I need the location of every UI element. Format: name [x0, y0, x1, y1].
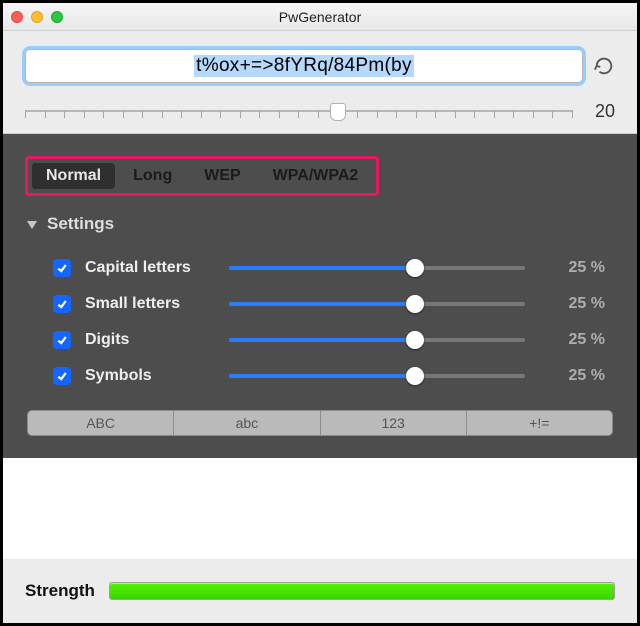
- disclosure-triangle-icon[interactable]: [27, 221, 37, 229]
- mode-tabs: NormalLongWEPWPA/WPA2: [25, 156, 379, 196]
- option-label: Digits: [85, 331, 215, 349]
- segment-3[interactable]: +!=: [467, 411, 612, 435]
- window-title: PwGenerator: [3, 9, 637, 25]
- tab-wpa-wpa2[interactable]: WPA/WPA2: [259, 163, 373, 189]
- checkbox-0[interactable]: [53, 259, 71, 277]
- settings-heading: Settings: [47, 214, 114, 234]
- strength-label: Strength: [25, 581, 95, 601]
- strength-meter: [109, 582, 615, 600]
- option-slider-0[interactable]: [229, 258, 525, 278]
- option-label: Capital letters: [85, 259, 215, 277]
- length-value: 20: [587, 101, 615, 122]
- segment-0[interactable]: ABC: [28, 411, 174, 435]
- checkbox-1[interactable]: [53, 295, 71, 313]
- option-slider-3[interactable]: [229, 366, 525, 386]
- option-percent: 25 %: [539, 295, 605, 313]
- option-percent: 25 %: [539, 331, 605, 349]
- option-label: Symbols: [85, 367, 215, 385]
- option-label: Small letters: [85, 295, 215, 313]
- regenerate-button[interactable]: [593, 55, 615, 77]
- option-slider-1[interactable]: [229, 294, 525, 314]
- checkbox-3[interactable]: [53, 367, 71, 385]
- option-percent: 25 %: [539, 259, 605, 277]
- length-slider[interactable]: [25, 99, 573, 123]
- option-percent: 25 %: [539, 367, 605, 385]
- password-output[interactable]: t%ox+=>8fYRq/84Pm(by: [25, 49, 583, 83]
- tab-long[interactable]: Long: [119, 163, 186, 189]
- option-slider-2[interactable]: [229, 330, 525, 350]
- tab-wep[interactable]: WEP: [190, 163, 254, 189]
- segment-1[interactable]: abc: [174, 411, 320, 435]
- checkbox-2[interactable]: [53, 331, 71, 349]
- password-value: t%ox+=>8fYRq/84Pm(by: [194, 55, 414, 77]
- segment-2[interactable]: 123: [321, 411, 467, 435]
- charset-segment: ABCabc123+!=: [27, 410, 613, 436]
- tab-normal[interactable]: Normal: [32, 163, 115, 189]
